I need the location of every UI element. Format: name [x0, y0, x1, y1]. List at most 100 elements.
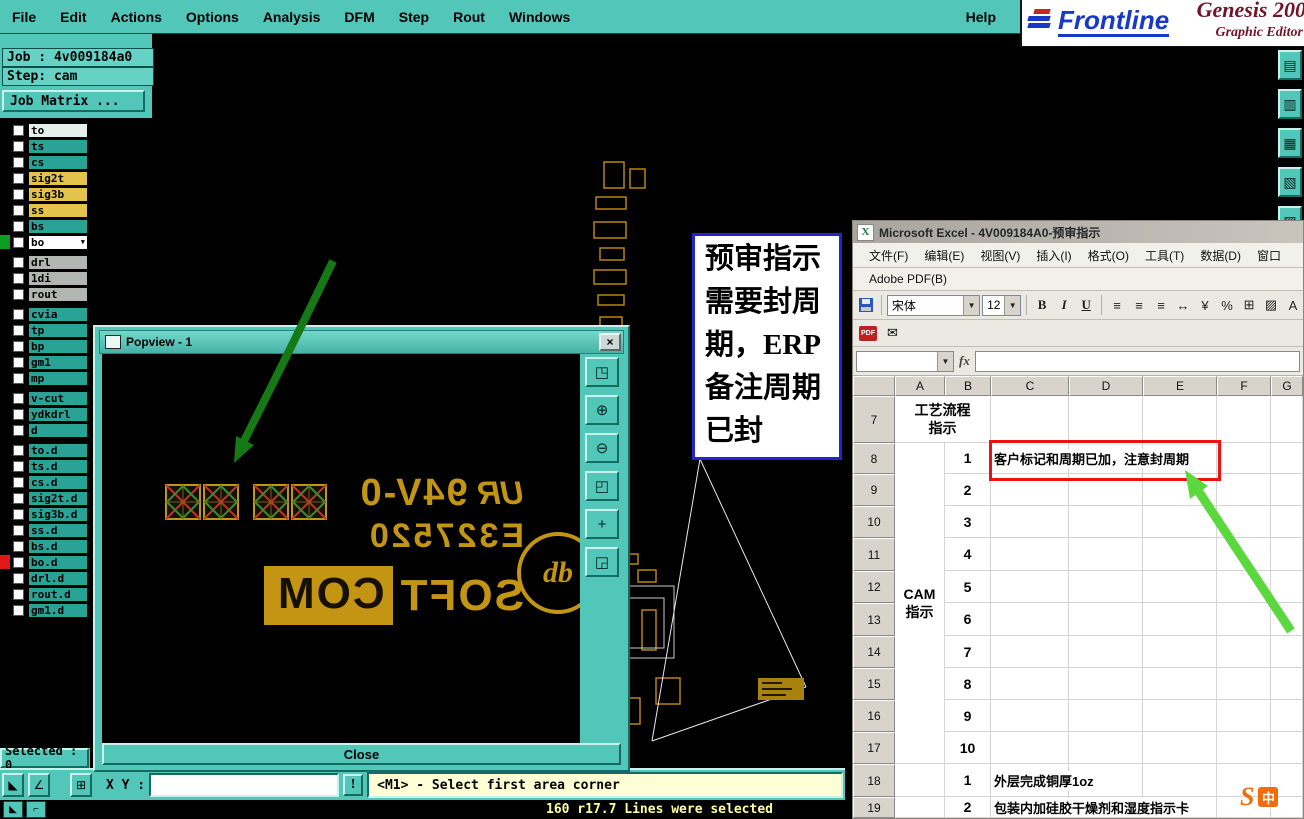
cell-B15[interactable]: 8: [945, 668, 991, 700]
underline-button[interactable]: U: [1076, 295, 1096, 315]
align-left-button[interactable]: ≡: [1107, 295, 1127, 315]
row-header-9[interactable]: 9: [853, 474, 895, 506]
layer-row-mp[interactable]: mp: [0, 370, 90, 386]
cell-E12[interactable]: [1143, 571, 1217, 603]
column-header-E[interactable]: E: [1143, 376, 1217, 396]
cell-C18[interactable]: 外层完成铜厚1oz: [991, 764, 1100, 797]
cell-G11[interactable]: [1271, 538, 1303, 571]
row-header-14[interactable]: 14: [853, 636, 895, 668]
layer-checkbox-drl[interactable]: [13, 256, 24, 268]
layer-row-1di[interactable]: 1di: [0, 270, 90, 286]
row-header-15[interactable]: 15: [853, 668, 895, 700]
layer-checkbox-bp[interactable]: [13, 340, 24, 352]
cell-A18[interactable]: [895, 764, 945, 797]
excel-menu-adobe-pdf[interactable]: Adobe PDF(B): [861, 270, 955, 288]
status-tool-button-1[interactable]: ◣: [2, 773, 24, 797]
font-size-select[interactable]: 12 ▼: [982, 294, 1022, 316]
layer-label-ts[interactable]: ts: [28, 138, 88, 154]
column-header-A[interactable]: A: [895, 376, 945, 396]
cell-G8[interactable]: [1271, 443, 1303, 474]
row-header-17[interactable]: 17: [853, 732, 895, 764]
cell-G13[interactable]: [1271, 603, 1303, 636]
layer-label-tp[interactable]: tp: [28, 322, 88, 338]
side-tool-button-4[interactable]: ▧: [1278, 167, 1302, 197]
menu-item-options[interactable]: Options: [186, 9, 239, 25]
layer-checkbox-sig2t-d[interactable]: [13, 492, 24, 504]
cell-C15[interactable]: [991, 668, 1069, 700]
cell-G17[interactable]: [1271, 732, 1303, 764]
cell-B12[interactable]: 5: [945, 571, 991, 603]
cell-F8[interactable]: [1217, 443, 1271, 474]
cell-B18[interactable]: 1: [945, 764, 991, 797]
excel-menu-item-6[interactable]: 工具(T): [1137, 245, 1192, 266]
layer-row-d[interactable]: d: [0, 422, 90, 438]
layer-row-bp[interactable]: bp: [0, 338, 90, 354]
cell-B8[interactable]: 1: [945, 443, 991, 474]
layer-row-bs-d[interactable]: bs.d: [0, 538, 90, 554]
cell-B17[interactable]: 10: [945, 732, 991, 764]
layer-row-tp[interactable]: tp: [0, 322, 90, 338]
layer-checkbox-ydkdrl[interactable]: [13, 408, 24, 420]
cell-B16[interactable]: 9: [945, 700, 991, 732]
layer-label-sig3b-d[interactable]: sig3b.d: [28, 506, 88, 522]
layer-checkbox-ss[interactable]: [13, 204, 24, 216]
layer-label-v-cut[interactable]: v-cut: [28, 390, 88, 406]
row-header-19[interactable]: 19: [853, 797, 895, 818]
dropdown-arrow-icon[interactable]: ▼: [937, 351, 953, 371]
layer-row-ts[interactable]: ts: [0, 138, 90, 154]
ime-language[interactable]: 中: [1258, 787, 1279, 807]
menu-item-file[interactable]: File: [12, 9, 36, 25]
layer-label-bp[interactable]: bp: [28, 338, 88, 354]
percent-button[interactable]: %: [1217, 295, 1237, 315]
zoom-out-button[interactable]: ⊖: [585, 433, 619, 463]
dropdown-arrow-icon[interactable]: ▼: [81, 238, 85, 246]
console-tool-button-2[interactable]: ⌐: [26, 801, 46, 818]
layer-row-sig3b-d[interactable]: sig3b.d: [0, 506, 90, 522]
layer-label-drl-d[interactable]: drl.d: [28, 570, 88, 586]
cell-G14[interactable]: [1271, 636, 1303, 668]
cell-C13[interactable]: [991, 603, 1069, 636]
layer-checkbox-cs[interactable]: [13, 156, 24, 168]
cell-E18[interactable]: [1143, 764, 1217, 797]
cell-E7[interactable]: [1143, 396, 1217, 443]
cell-F12[interactable]: [1217, 571, 1271, 603]
align-right-button[interactable]: ≡: [1151, 295, 1171, 315]
layer-row-ts-d[interactable]: ts.d: [0, 458, 90, 474]
pdf-export-button[interactable]: PDF: [856, 325, 880, 342]
excel-titlebar[interactable]: X Microsoft Excel - 4V009184A0-预审指示: [853, 221, 1303, 243]
merge-center-button[interactable]: ↔: [1173, 295, 1193, 315]
cell-F14[interactable]: [1217, 636, 1271, 668]
column-header-B[interactable]: B: [945, 376, 991, 396]
row-header-10[interactable]: 10: [853, 506, 895, 538]
cell-G12[interactable]: [1271, 571, 1303, 603]
cell-D17[interactable]: [1069, 732, 1143, 764]
layer-checkbox-drl-d[interactable]: [13, 572, 24, 584]
layer-row-drl[interactable]: drl: [0, 254, 90, 270]
layer-label-sig2t-d[interactable]: sig2t.d: [28, 490, 88, 506]
layer-checkbox-ts-d[interactable]: [13, 460, 24, 472]
cell-E9[interactable]: [1143, 474, 1217, 506]
layer-label-d[interactable]: d: [28, 422, 88, 438]
layer-label-bo-d[interactable]: bo.d: [28, 554, 88, 570]
save-button[interactable]: [856, 295, 876, 315]
currency-button[interactable]: ¥: [1195, 295, 1215, 315]
cell-section-process[interactable]: 工艺流程指示: [895, 396, 991, 443]
layer-checkbox-rout-d[interactable]: [13, 588, 24, 600]
cell-D16[interactable]: [1069, 700, 1143, 732]
layer-row-sig2t-d[interactable]: sig2t.d: [0, 490, 90, 506]
menu-item-help[interactable]: Help: [966, 9, 996, 25]
cell-G15[interactable]: [1271, 668, 1303, 700]
cell-E11[interactable]: [1143, 538, 1217, 571]
cell-section-cam[interactable]: CAM指示: [895, 443, 945, 764]
cell-D10[interactable]: [1069, 506, 1143, 538]
alert-button[interactable]: !: [343, 774, 364, 796]
cell-D13[interactable]: [1069, 603, 1143, 636]
layer-label-drl[interactable]: drl: [28, 254, 88, 270]
align-center-button[interactable]: ≡: [1129, 295, 1149, 315]
layer-label-sig2t[interactable]: sig2t: [28, 170, 88, 186]
fx-label[interactable]: fx: [959, 353, 970, 369]
layer-label-cvia[interactable]: cvia: [28, 306, 88, 322]
layer-row-ss[interactable]: ss: [0, 202, 90, 218]
layer-checkbox-bs-d[interactable]: [13, 540, 24, 552]
layer-row-sig3b[interactable]: sig3b: [0, 186, 90, 202]
